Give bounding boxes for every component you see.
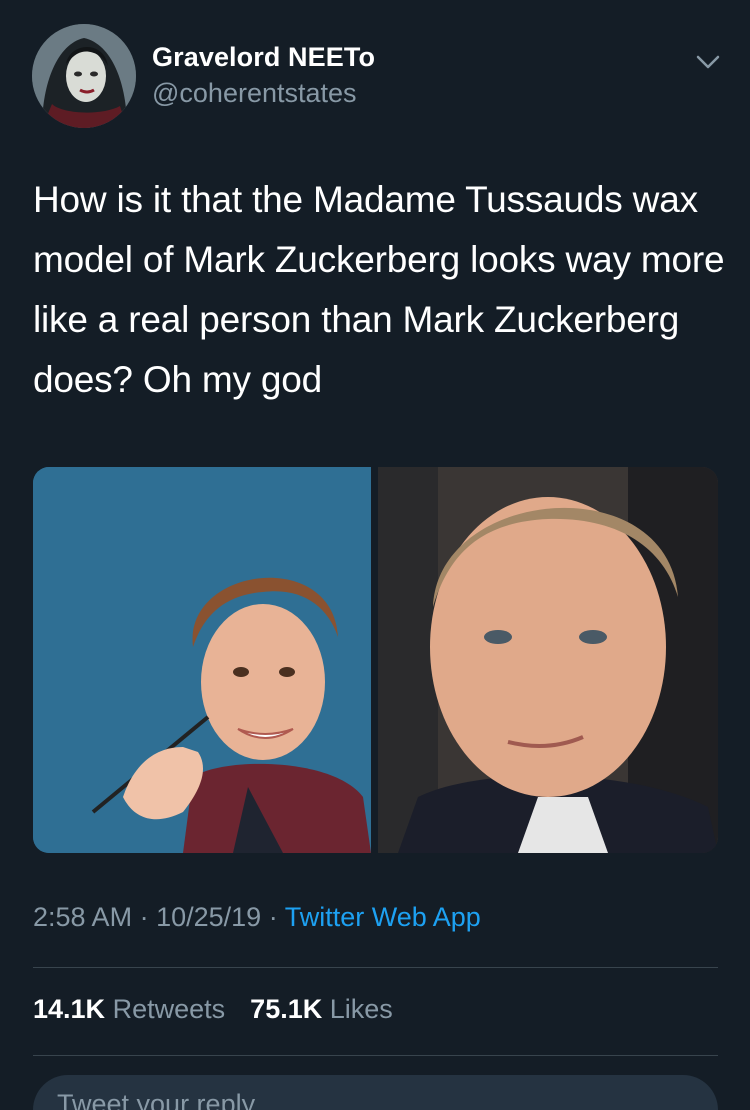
real-person-photo[interactable]	[378, 467, 718, 853]
likes-label: Likes	[329, 994, 393, 1024]
reply-input[interactable]: Tweet your reply	[33, 1075, 718, 1110]
retweets-stat[interactable]: 14.1K Retweets	[33, 994, 233, 1024]
reply-placeholder: Tweet your reply	[57, 1089, 256, 1110]
tweet-meta: 2:58 AM · 10/25/19 · Twitter Web App	[33, 902, 481, 933]
divider	[33, 967, 718, 968]
tweet-time: 2:58 AM	[33, 902, 133, 932]
tweet-text: How is it that the Madame Tussauds wax m…	[33, 179, 725, 400]
meta-separator: ·	[139, 902, 157, 932]
retweets-count: 14.1K	[33, 994, 106, 1024]
chevron-down-icon[interactable]	[694, 52, 722, 72]
tweet-media[interactable]	[33, 467, 718, 853]
likes-count: 75.1K	[250, 994, 323, 1024]
tweet-source-link[interactable]: Twitter Web App	[285, 902, 481, 932]
tweet-stats: 14.1K Retweets 75.1K Likes	[33, 994, 393, 1025]
tweet-header: Gravelord NEETo @coherentstates	[32, 24, 722, 128]
divider	[33, 1055, 718, 1056]
likes-stat[interactable]: 75.1K Likes	[250, 994, 393, 1024]
wax-model-photo[interactable]	[33, 467, 371, 853]
avatar[interactable]	[32, 24, 136, 128]
meta-separator: ·	[268, 902, 285, 932]
user-handle[interactable]: @coherentstates	[152, 78, 357, 109]
tweet-date: 10/25/19	[156, 902, 262, 932]
display-name[interactable]: Gravelord NEETo	[152, 42, 375, 73]
retweets-label: Retweets	[112, 994, 226, 1024]
